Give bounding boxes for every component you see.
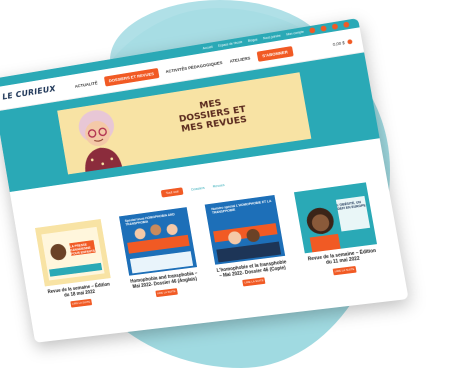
card-3[interactable]: Numéro spécial L'HOMOPHOBIE ET LA TRANSP…	[205, 195, 290, 289]
filter-all[interactable]: Tout voir	[161, 187, 184, 197]
read-more-button-2[interactable]: LIRE LA SUITE	[155, 288, 178, 297]
nav-item-abonner[interactable]: S'ABONNER	[257, 46, 294, 62]
nav-item-dossiers[interactable]: DOSSIERS ET REVUES	[104, 68, 160, 87]
card-thumbnail-2[interactable]: Special issue HOMOPHOBIA AND TRANSPHOBIA	[119, 207, 197, 276]
linkedin-icon[interactable]	[343, 21, 350, 28]
girl-illustration	[294, 182, 377, 253]
nav-item-actualite[interactable]: ACTUALITÉ	[74, 80, 97, 88]
top-link-blog[interactable]: Blogue	[248, 38, 258, 43]
scene: Accueil Espace de l'école Blogue Nous jo…	[0, 0, 455, 377]
top-link-home[interactable]: Accueil	[202, 45, 213, 50]
cart-amount: 0,00 $	[332, 40, 345, 47]
card-thumbnail-4[interactable]: L'OBÉSITÉ, UN DÉFI EN EUROPE	[294, 182, 377, 253]
website-mockup: Accueil Espace de l'école Blogue Nous jo…	[0, 18, 409, 343]
card-2[interactable]: Special issue HOMOPHOBIA AND TRANSPHOBIA…	[119, 207, 201, 300]
read-more-button-4[interactable]: LIRE LA SUITE	[333, 266, 357, 275]
filter-dossiers[interactable]: Dossiers	[191, 186, 205, 192]
nav-item-ateliers[interactable]: ATELIERS	[229, 55, 250, 63]
read-more-button-1[interactable]: LIRE LA SUITE	[70, 299, 92, 308]
grandmother-illustration	[68, 103, 129, 173]
facebook-icon[interactable]	[309, 27, 316, 33]
cart-icon	[347, 39, 353, 44]
card-thumbnail-3[interactable]: Numéro spécial L'HOMOPHOBIE ET LA TRANSP…	[205, 195, 285, 265]
top-link-account[interactable]: Mon compte	[286, 30, 304, 37]
cart-button[interactable]: 0,00 $	[332, 39, 352, 47]
card-1[interactable]: LA PRESSE CANADIENNE POUR ENFANTS Revue …	[35, 219, 115, 310]
nav-item-activites[interactable]: ACTIVITÉS PÉDAGOGIQUES	[165, 60, 223, 74]
hero-title: MES DOSSIERS ET MES REVUES	[156, 91, 270, 138]
youtube-icon[interactable]	[332, 23, 339, 29]
card-grid: LA PRESSE CANADIENNE POUR ENFANTS Revue …	[16, 179, 403, 312]
card-4[interactable]: L'OBÉSITÉ, UN DÉFI EN EUROPE Revue de la…	[294, 182, 382, 278]
read-more-button-3[interactable]: LIRE LA SUITE	[242, 277, 265, 286]
filter-revues[interactable]: Revues	[213, 183, 225, 188]
site-logo[interactable]: LE CURIEUX	[2, 85, 57, 102]
top-link-contact[interactable]: Nous joindre	[263, 34, 281, 41]
card-thumbnail-1[interactable]: LA PRESSE CANADIENNE POUR ENFANTS	[35, 219, 111, 286]
instagram-icon[interactable]	[320, 25, 327, 31]
